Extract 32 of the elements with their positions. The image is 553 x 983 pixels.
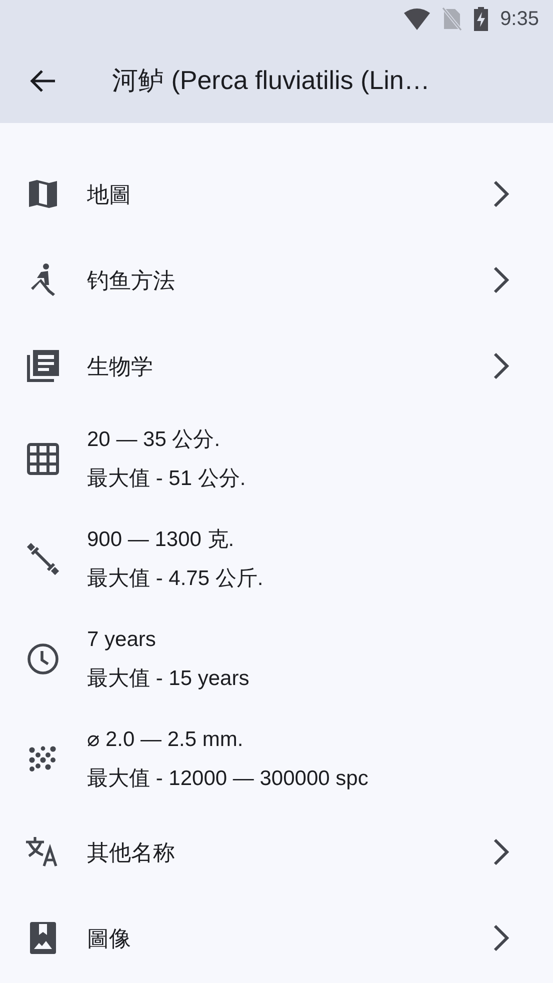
menu-item[interactable]: 其他名称	[0, 809, 553, 895]
document-stack-icon	[27, 350, 59, 382]
chevron-right-icon	[493, 924, 509, 952]
info-text: 最大值 - 51 公分.	[87, 466, 246, 492]
page-title: 河鲈 (Perca fluviatilis (Lin…	[112, 64, 430, 97]
menu-item[interactable]: 钓鱼方法	[0, 237, 553, 323]
chevron-right-icon	[493, 352, 509, 380]
info-text: 最大值 - 12000 — 300000 spc	[87, 766, 368, 792]
no-sim-icon	[442, 7, 462, 31]
menu-item[interactable]: 圖像	[0, 895, 553, 981]
info-text: 最大值 - 4.75 公斤.	[87, 566, 264, 592]
wifi-icon	[404, 8, 430, 30]
chevron-right-icon	[493, 838, 509, 866]
info-text: 20 — 35 公分.	[87, 427, 222, 453]
translate-icon	[26, 836, 60, 868]
dumbbell-icon	[27, 543, 59, 575]
menu-item[interactable]: 地圖	[0, 151, 553, 237]
info-text: 最大值 - 15 years	[87, 666, 250, 692]
back-arrow-icon	[30, 68, 56, 92]
grid-icon	[27, 443, 59, 475]
photo-bookmark-icon	[30, 922, 56, 954]
menu-item[interactable]: 生物学	[0, 323, 553, 409]
info-text: 7 years	[87, 627, 157, 653]
chevron-right-icon	[493, 266, 509, 294]
map-icon	[28, 179, 58, 209]
clock-icon	[27, 643, 59, 675]
info-text: 900 — 1300 克.	[87, 527, 236, 553]
info-text: ⌀ 2.0 — 2.5 mm.	[87, 727, 244, 753]
chevron-right-icon	[493, 180, 509, 208]
battery-charging-icon	[474, 7, 488, 31]
clock-time: 9:35	[500, 7, 539, 32]
dots-icon	[29, 746, 57, 772]
